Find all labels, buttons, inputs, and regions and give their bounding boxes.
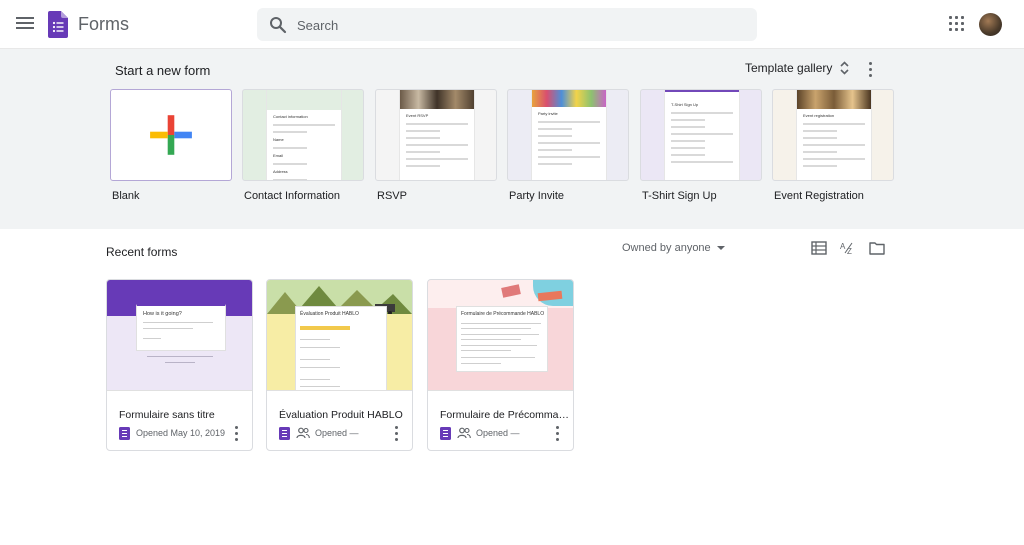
form-title: Formulaire de Précomma… — [440, 409, 568, 421]
forms-file-icon — [440, 426, 451, 440]
start-new-form-section: Start a new form Template gallery Blank … — [0, 49, 1024, 229]
top-app-bar: Forms — [0, 0, 1024, 49]
opened-date: Opened — — [476, 428, 520, 438]
template-name: RSVP — [377, 190, 407, 202]
owner-filter-dropdown[interactable]: Owned by anyone — [622, 242, 725, 254]
app-title[interactable]: Forms — [78, 14, 129, 35]
forms-file-icon — [279, 426, 290, 440]
form-more-options-icon[interactable] — [556, 426, 560, 442]
template-rsvp[interactable]: Event RSVP RSVP — [375, 89, 497, 202]
form-meta: Opened — — [440, 426, 520, 440]
template-thumbnail[interactable]: Event registration — [772, 89, 894, 181]
template-event-registration[interactable]: Event registration Event Registration — [772, 89, 894, 202]
template-blank[interactable]: Blank — [110, 89, 232, 202]
template-party-invite[interactable]: Party invite Party Invite — [507, 89, 629, 202]
template-name: Contact Information — [244, 190, 340, 202]
form-meta: Opened — — [279, 426, 359, 440]
opened-date: Opened May 10, 2019 — [136, 428, 226, 438]
list-view-icon[interactable] — [811, 241, 827, 255]
template-thumbnail[interactable]: Event RSVP — [375, 89, 497, 181]
forms-logo-icon[interactable] — [48, 11, 68, 38]
template-more-options-icon[interactable] — [869, 62, 873, 78]
dropdown-arrow-icon — [716, 246, 725, 250]
recent-forms-title: Recent forms — [106, 245, 178, 259]
shared-people-icon — [296, 427, 310, 439]
form-preview-thumbnail[interactable]: Formulaire de Précommande HABLO — [428, 280, 573, 391]
svg-text:A: A — [840, 242, 846, 251]
account-avatar[interactable] — [979, 13, 1002, 36]
search-bar[interactable] — [257, 8, 757, 43]
owner-filter-label: Owned by anyone — [622, 242, 711, 254]
plus-icon — [150, 115, 192, 155]
template-thumbnail[interactable] — [110, 89, 232, 181]
template-thumbnail[interactable]: T-Shirt Sign Up — [640, 89, 762, 181]
form-title: Formulaire sans titre — [119, 409, 215, 421]
template-name: Blank — [112, 190, 140, 202]
template-tshirt-sign-up[interactable]: T-Shirt Sign Up T-Shirt Sign Up — [640, 89, 762, 202]
template-contact-information[interactable]: Contact information Name Email Address C… — [242, 89, 364, 202]
template-gallery-button[interactable]: Template gallery — [745, 61, 849, 75]
form-more-options-icon[interactable] — [395, 426, 399, 442]
google-apps-grid-icon[interactable] — [949, 16, 965, 32]
template-name: Event Registration — [774, 190, 864, 202]
section-title: Start a new form — [115, 63, 211, 78]
form-meta: Opened May 10, 2019 — [119, 426, 225, 440]
forms-file-icon — [119, 426, 130, 440]
recent-form-card[interactable]: Formulaire de Précommande HABLO Formulai… — [427, 279, 574, 451]
hamburger-menu-icon[interactable] — [14, 14, 36, 34]
opened-date: Opened — — [315, 428, 359, 438]
recent-form-card[interactable]: Évaluation Produit HABLO Évaluation Prod… — [266, 279, 413, 451]
form-preview-thumbnail[interactable]: Évaluation Produit HABLO — [267, 280, 412, 391]
template-thumbnail[interactable]: Contact information Name Email Address — [242, 89, 364, 181]
recent-form-card[interactable]: How is it going? Formulaire sans titre O… — [106, 279, 253, 451]
search-input[interactable] — [295, 8, 739, 43]
form-title: Évaluation Produit HABLO — [279, 409, 403, 421]
unfold-more-icon — [840, 61, 849, 75]
template-thumbnail[interactable]: Party invite — [507, 89, 629, 181]
folder-icon[interactable] — [869, 241, 885, 255]
template-name: Party Invite — [509, 190, 565, 202]
shared-people-icon — [457, 427, 471, 439]
template-name: T-Shirt Sign Up — [642, 190, 717, 202]
template-gallery-label: Template gallery — [745, 61, 833, 75]
sort-az-icon[interactable]: A Z — [840, 241, 856, 255]
search-icon[interactable] — [269, 16, 287, 34]
form-more-options-icon[interactable] — [235, 426, 239, 442]
form-preview-thumbnail[interactable]: How is it going? — [107, 280, 252, 391]
